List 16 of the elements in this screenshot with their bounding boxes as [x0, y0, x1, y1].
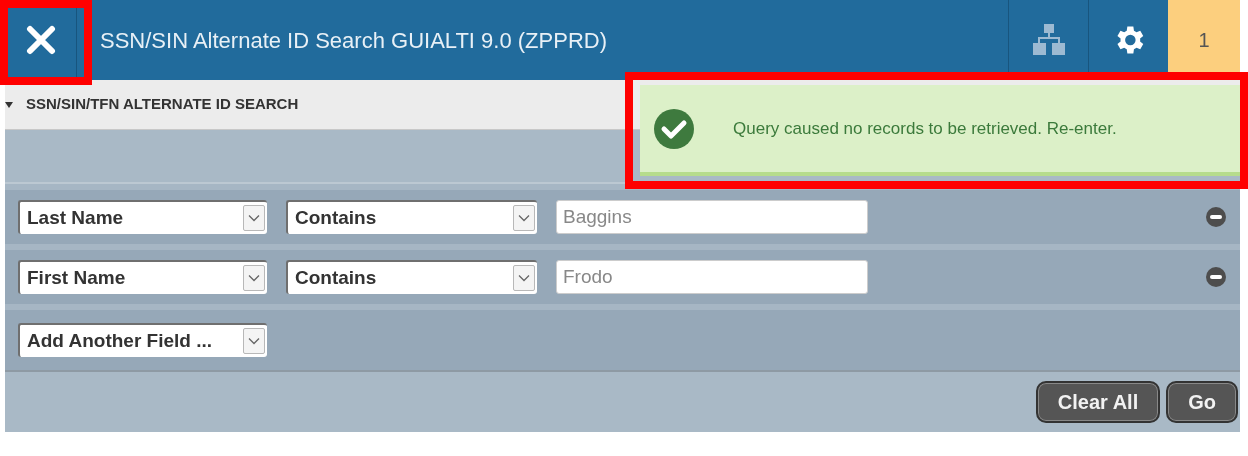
close-icon — [25, 25, 56, 55]
window-title: SSN/SIN Alternate ID Search GUIALTI 9.0 (ZPPRD) — [100, 26, 607, 55]
add-field-dropdown[interactable]: Add Another Field ... — [18, 323, 267, 357]
operator-dropdown[interactable]: Contains — [286, 200, 537, 234]
section-title: SSN/SIN/TFN ALTERNATE ID SEARCH — [26, 94, 299, 115]
field-dropdown[interactable]: Last Name — [18, 200, 267, 234]
check-icon — [653, 107, 695, 150]
field-dropdown[interactable]: First Name — [18, 260, 267, 294]
value-field[interactable]: Baggins — [556, 200, 868, 234]
remove-icon[interactable] — [1205, 206, 1227, 228]
hierarchy-icon — [1030, 22, 1067, 58]
remove-icon[interactable] — [1205, 266, 1227, 288]
operator-dropdown[interactable]: Contains — [286, 260, 537, 294]
value-field[interactable]: Frodo — [556, 260, 868, 294]
action-button[interactable]: Go — [1166, 381, 1238, 423]
action-button[interactable]: Clear All — [1035, 381, 1161, 423]
